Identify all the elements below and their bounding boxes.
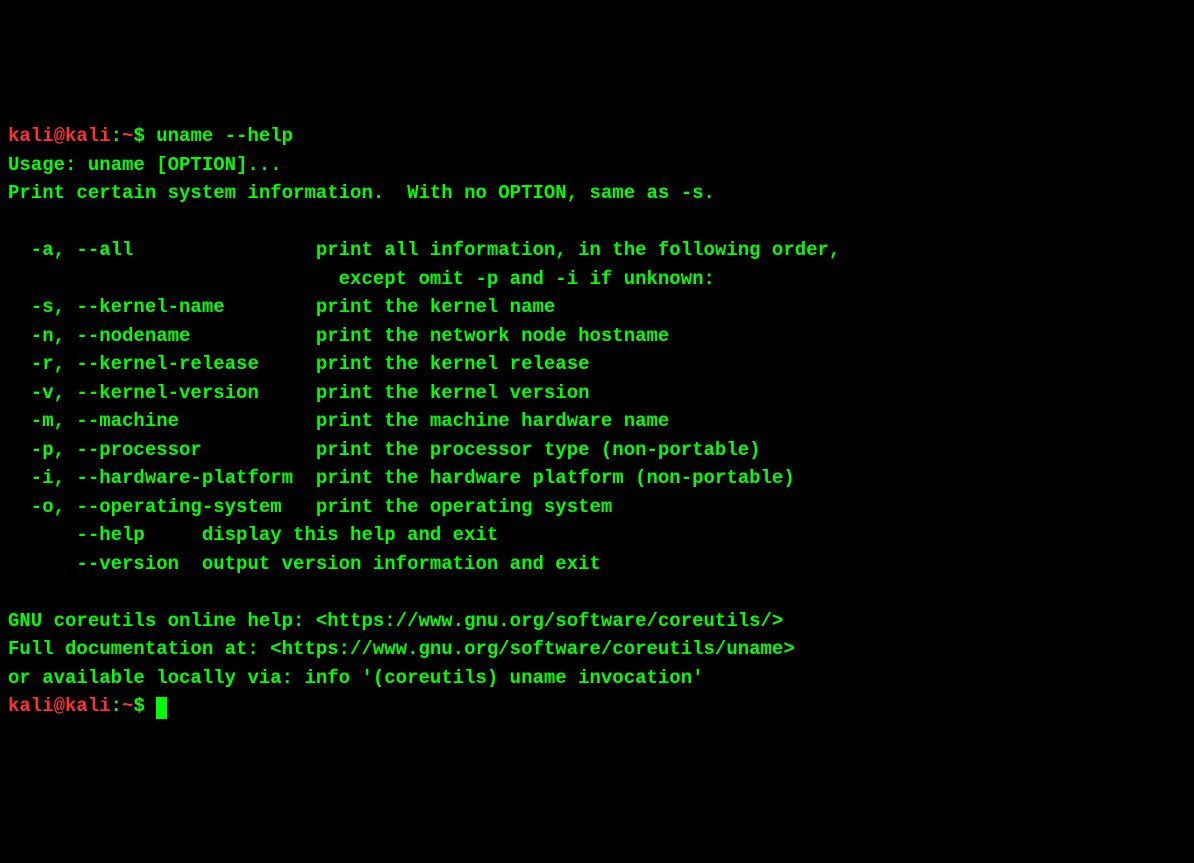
prompt-host: kali	[65, 125, 111, 147]
usage-line: Usage: uname [OPTION]...	[8, 154, 282, 176]
option-line: --version output version information and…	[8, 553, 601, 575]
prompt-user: kali	[8, 695, 54, 717]
option-line: -m, --machine print the machine hardware…	[8, 410, 669, 432]
prompt-path: ~	[122, 695, 133, 717]
prompt-colon: :	[111, 125, 122, 147]
prompt-host: kali	[65, 695, 111, 717]
option-line: -n, --nodename print the network node ho…	[8, 325, 669, 347]
prompt-at: @	[54, 125, 65, 147]
option-line: -s, --kernel-name print the kernel name	[8, 296, 555, 318]
prompt-colon: :	[111, 695, 122, 717]
prompt-line-1: kali@kali:~$ uname --help	[8, 125, 293, 147]
footer-line-1: GNU coreutils online help: <https://www.…	[8, 610, 783, 632]
command-text: uname --help	[156, 125, 293, 147]
prompt-path: ~	[122, 125, 133, 147]
option-line: -v, --kernel-version print the kernel ve…	[8, 382, 590, 404]
cursor-icon	[156, 697, 167, 719]
prompt-at: @	[54, 695, 65, 717]
prompt-user: kali	[8, 125, 54, 147]
prompt-dollar: $	[133, 125, 144, 147]
option-line: --help display this help and exit	[8, 524, 498, 546]
option-line: -p, --processor print the processor type…	[8, 439, 761, 461]
terminal-output[interactable]: kali@kali:~$ uname --help Usage: uname […	[8, 122, 1186, 721]
option-line: -i, --hardware-platform print the hardwa…	[8, 467, 795, 489]
prompt-dollar: $	[133, 695, 144, 717]
option-line: -o, --operating-system print the operati…	[8, 496, 612, 518]
description-line: Print certain system information. With n…	[8, 182, 715, 204]
footer-line-3: or available locally via: info '(coreuti…	[8, 667, 704, 689]
option-line: except omit -p and -i if unknown:	[8, 268, 715, 290]
option-line: -a, --all print all information, in the …	[8, 239, 840, 261]
prompt-line-2: kali@kali:~$	[8, 695, 167, 717]
option-line: -r, --kernel-release print the kernel re…	[8, 353, 590, 375]
